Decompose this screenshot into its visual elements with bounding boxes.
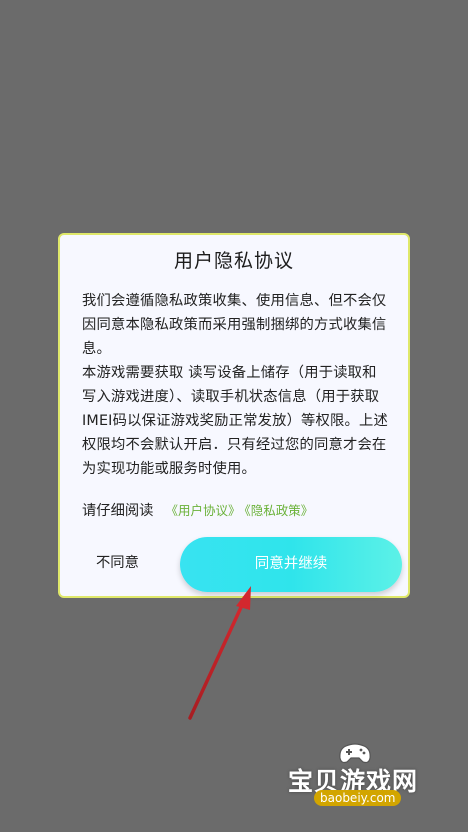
user-agreement-link[interactable]: 《用户协议》 [165,503,240,518]
read-prompt-row: 请仔细阅读 《用户协议》 《隐私政策》 [82,499,313,520]
watermark-url: baobeiy.com [314,790,402,806]
privacy-dialog: 用户隐私协议 我们会遵循隐私政策收集、使用信息、但不会仅因同意本隐私政策而采用强… [58,233,410,598]
read-prompt-label: 请仔细阅读 [82,503,154,519]
privacy-policy-link[interactable]: 《隐私政策》 [245,503,314,518]
disagree-button[interactable]: 不同意 [96,551,139,572]
privacy-paragraph-1: 我们会遵循隐私政策收集、使用信息、但不会仅因同意本隐私政策而采用强制捆绑的方式收… [82,293,387,357]
agree-continue-button[interactable]: 同意并继续 [180,537,402,592]
dialog-title: 用户隐私协议 [173,250,294,272]
site-watermark: 宝贝游戏网 baobeiy.com [288,740,448,820]
privacy-paragraph-2: 本游戏需要获取 读写设备上储存（用于读取和写入游戏进度）、读取手机状态信息（用于… [82,365,389,477]
